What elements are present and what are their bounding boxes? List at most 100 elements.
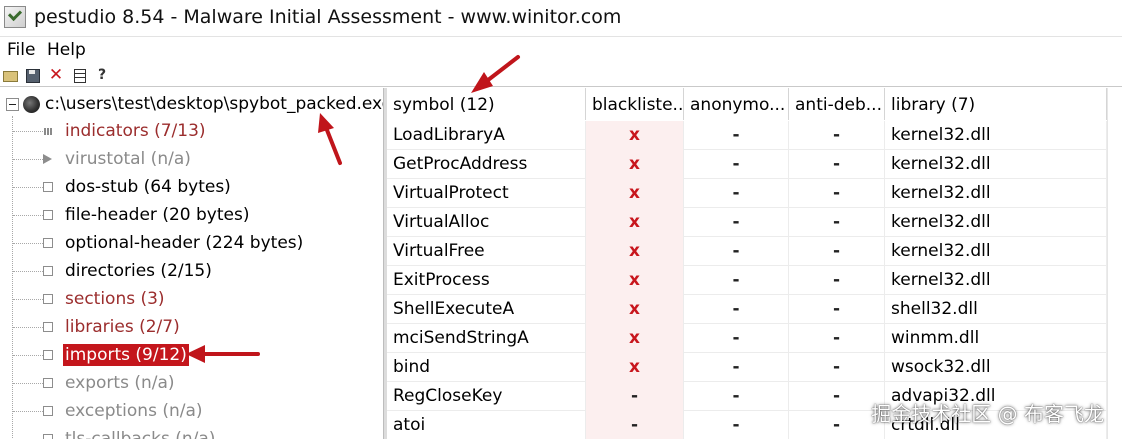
cell-anonymous-value: -	[732, 299, 740, 319]
tree-item-label: dos-stub (64 bytes)	[65, 177, 231, 197]
cell-blacklisted: x	[586, 295, 684, 324]
cell-symbol: mciSendStringA	[387, 324, 586, 353]
cell-blacklisted-value: -	[630, 386, 639, 406]
cell-library-value: kernel32.dll	[891, 270, 991, 290]
cell-anti-debug-value: -	[832, 357, 841, 377]
cell-symbol-value: ShellExecuteA	[393, 299, 515, 319]
menu-file[interactable]: File	[7, 40, 35, 60]
document-icon[interactable]	[71, 67, 87, 83]
tree-item-label: virustotal (n/a)	[65, 149, 191, 169]
cell-library: shell32.dll	[885, 295, 1107, 324]
tree-item-label: file-header (20 bytes)	[65, 205, 250, 225]
tree-item[interactable]: file-header (20 bytes)	[0, 202, 383, 230]
cell-blacklisted-value: x	[629, 241, 640, 261]
grid-header: symbol (12) blackliste... anonymo... ant…	[387, 88, 1122, 120]
cell-library-value: kernel32.dll	[891, 125, 991, 145]
node-box-icon	[43, 182, 53, 192]
cell-blacklisted-value: x	[629, 299, 640, 319]
cell-anonymous-value: -	[732, 270, 740, 290]
column-header-library[interactable]: library (7)	[885, 88, 1107, 120]
cell-library: kernel32.dll	[885, 179, 1107, 208]
table-row[interactable]: VirtualFree x - - kernel32.dll	[387, 237, 1122, 266]
cell-anti-debug-value: -	[832, 183, 841, 203]
cell-blacklisted: x	[586, 266, 684, 295]
save-icon[interactable]	[24, 67, 40, 83]
collapse-icon[interactable]	[6, 98, 19, 111]
grid-scroll-area[interactable]	[1107, 88, 1122, 439]
cell-library: kernel32.dll	[885, 208, 1107, 237]
toolbar: ✕ ?	[0, 64, 1122, 87]
tree-item[interactable]: exceptions (n/a)	[0, 398, 383, 426]
cell-anonymous: -	[684, 266, 789, 295]
tree-connector	[13, 299, 43, 300]
column-header-anonymous[interactable]: anonymo...	[684, 88, 789, 120]
open-icon[interactable]	[2, 67, 18, 83]
cell-anti-debug-value: -	[832, 241, 841, 261]
cell-anti-debug-value: -	[832, 154, 841, 174]
cell-anonymous: -	[684, 237, 789, 266]
table-row[interactable]: LoadLibraryA x - - kernel32.dll	[387, 121, 1122, 150]
node-box-icon	[43, 210, 53, 220]
node-box-icon	[43, 266, 53, 276]
cell-anonymous: -	[684, 121, 789, 150]
column-header-symbol[interactable]: symbol (12)	[387, 88, 586, 120]
table-row[interactable]: mciSendStringA x - - winmm.dll	[387, 324, 1122, 353]
cell-blacklisted-value: x	[629, 183, 640, 203]
tree-connector	[13, 131, 43, 132]
table-row[interactable]: ExitProcess x - - kernel32.dll	[387, 266, 1122, 295]
cell-anonymous: -	[684, 411, 789, 439]
cell-anti-debug-value: -	[832, 270, 841, 290]
cell-anonymous: -	[684, 353, 789, 382]
tree-item-label: directories (2/15)	[65, 261, 212, 281]
cell-symbol-value: VirtualFree	[393, 241, 485, 261]
cell-library: kernel32.dll	[885, 237, 1107, 266]
table-row[interactable]: GetProcAddress x - - kernel32.dll	[387, 150, 1122, 179]
table-row[interactable]: VirtualProtect x - - kernel32.dll	[387, 179, 1122, 208]
cell-symbol: ExitProcess	[387, 266, 586, 295]
node-box-icon	[43, 238, 53, 248]
tree-item[interactable]: optional-header (224 bytes)	[0, 230, 383, 258]
tree-item[interactable]: directories (2/15)	[0, 258, 383, 286]
cell-symbol-value: LoadLibraryA	[393, 125, 505, 145]
menu-bar: File Help	[0, 37, 1122, 64]
tree-item[interactable]: imports (9/12)	[0, 342, 383, 370]
cell-symbol-value: mciSendStringA	[393, 328, 529, 348]
tree-item[interactable]: sections (3)	[0, 286, 383, 314]
table-row[interactable]: VirtualAlloc x - - kernel32.dll	[387, 208, 1122, 237]
column-header-anti-debug[interactable]: anti-deb...	[789, 88, 885, 120]
watermark: 掘金技术社区 @ 布客飞龙	[871, 402, 1104, 426]
tree-item[interactable]: exports (n/a)	[0, 370, 383, 398]
node-box-icon	[43, 294, 53, 304]
cell-blacklisted-value: x	[629, 212, 640, 232]
tree-connector	[13, 327, 43, 328]
cell-symbol: VirtualAlloc	[387, 208, 586, 237]
menu-help[interactable]: Help	[47, 40, 86, 60]
tree-item-label: libraries (2/7)	[65, 317, 180, 337]
tree-connector	[13, 355, 43, 356]
node-box-icon	[43, 322, 53, 332]
table-row[interactable]: ShellExecuteA x - - shell32.dll	[387, 295, 1122, 324]
tree-item[interactable]: dos-stub (64 bytes)	[0, 174, 383, 202]
pestudio-app-icon	[4, 6, 26, 28]
tree-item[interactable]: indicators (7/13)	[0, 118, 383, 146]
cell-anti-debug-value: -	[832, 386, 841, 406]
cell-symbol-value: atoi	[393, 415, 426, 435]
cell-symbol-value: GetProcAddress	[393, 154, 528, 174]
tree-item[interactable]: libraries (2/7)	[0, 314, 383, 342]
column-header-blacklisted[interactable]: blackliste...	[586, 88, 684, 120]
cell-blacklisted-value: -	[630, 415, 639, 435]
tree-item-label: indicators (7/13)	[65, 121, 206, 141]
cell-blacklisted-value: x	[629, 270, 640, 290]
tree-item[interactable]: tls-callbacks (n/a)	[0, 426, 383, 439]
cell-anti-debug-value: -	[832, 299, 841, 319]
help-icon[interactable]: ?	[94, 67, 110, 83]
tree-item[interactable]: virustotal (n/a)	[0, 146, 383, 174]
cell-library-value: kernel32.dll	[891, 154, 991, 174]
cell-symbol: VirtualFree	[387, 237, 586, 266]
cell-symbol-value: ExitProcess	[393, 270, 490, 290]
cell-library: kernel32.dll	[885, 266, 1107, 295]
node-box-icon	[43, 378, 53, 388]
table-row[interactable]: bind x - - wsock32.dll	[387, 353, 1122, 382]
cell-blacklisted: x	[586, 324, 684, 353]
close-icon[interactable]: ✕	[48, 67, 64, 84]
